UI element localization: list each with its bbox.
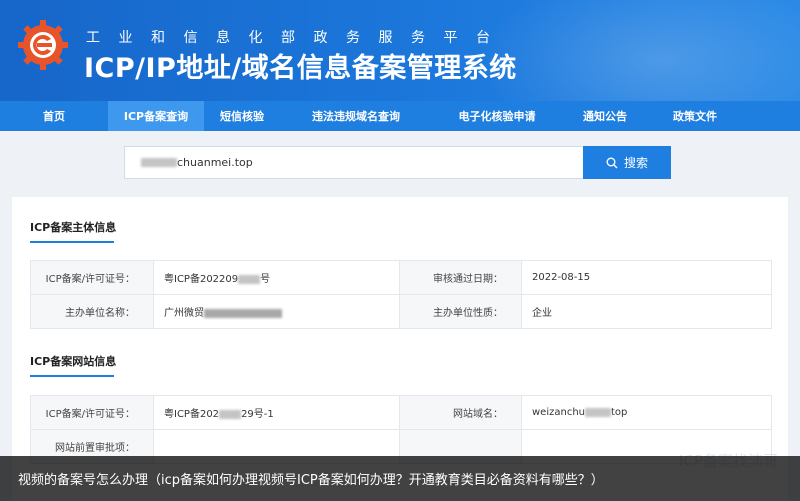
subject-info-table: ICP备案/许可证号： 粤ICP备202209 号 审核通过日期： 2022-08… — [30, 260, 772, 329]
search-button-label: 搜索 — [623, 156, 648, 170]
label-organizer-name: 主办单位名称： — [30, 294, 154, 329]
value-icp-number: 粤ICP备202209 号 — [153, 260, 400, 295]
nav-item-illegal-domain[interactable]: 违法违规域名查询 — [280, 101, 432, 131]
value-approval-date: 2022-08-15 — [521, 260, 772, 295]
header-subtitle: 工业和信息化部政务服务平台 — [86, 30, 509, 46]
redacted-text — [585, 407, 611, 417]
header-glow — [480, 0, 800, 101]
page-title: ICP/IP地址/域名信息备案管理系统 — [84, 53, 517, 84]
search-input[interactable]: chuanmei.top — [124, 146, 583, 179]
website-info-table: ICP备案/许可证号： 粤ICP备202 29号-1 网站域名： weizanch… — [30, 395, 772, 464]
nav-item-notices[interactable]: 通知公告 — [562, 101, 648, 131]
label-organizer-type: 主办单位性质： — [399, 294, 522, 329]
value-site-icp-number: 粤ICP备202 29号-1 — [153, 395, 400, 430]
value-organizer-name: 广州微贸 — [153, 294, 400, 329]
label-site-domain: 网站域名： — [399, 395, 522, 430]
caption-bar: 视频的备案号怎么办理（icp备案如何办理视频号ICP备案如何办理？开通教育类目必… — [0, 456, 800, 501]
table-row: ICP备案/许可证号： 粤ICP备202 29号-1 网站域名： weizanch… — [30, 395, 772, 430]
redacted-text — [238, 274, 261, 284]
nav-item-e-verify[interactable]: 电子化核验申请 — [432, 101, 562, 131]
caption-text: 视频的备案号怎么办理（icp备案如何办理视频号ICP备案如何办理？开通教育类目必… — [18, 473, 604, 488]
site-header: 工业和信息化部政务服务平台 ICP/IP地址/域名信息备案管理系统 — [0, 0, 800, 101]
redacted-text — [204, 308, 282, 318]
nav-item-home[interactable]: 首页 — [0, 101, 108, 131]
value-site-domain: weizanchu top — [521, 395, 772, 430]
redacted-text — [141, 158, 177, 167]
label-icp-number: ICP备案/许可证号： — [30, 260, 154, 295]
nav-item-icp-query[interactable]: ICP备案查询 — [108, 101, 204, 131]
table-row: 主办单位名称： 广州微贸 主办单位性质： 企业 — [30, 294, 772, 329]
section-title-website: ICP备案网站信息 — [30, 353, 116, 377]
nav-item-sms-verify[interactable]: 短信核验 — [204, 101, 280, 131]
search-button[interactable]: 搜索 — [583, 146, 671, 179]
section-title-subject: ICP备案主体信息 — [30, 219, 116, 243]
search-input-value: chuanmei.top — [177, 156, 253, 169]
nav-item-policy[interactable]: 政策文件 — [648, 101, 742, 131]
section-underline — [30, 375, 114, 377]
search-bar: chuanmei.top 搜索 — [0, 131, 800, 193]
gear-e-logo-icon[interactable] — [18, 20, 68, 70]
table-row: ICP备案/许可证号： 粤ICP备202209 号 审核通过日期： 2022-08… — [30, 260, 772, 295]
section-underline — [30, 241, 114, 243]
redacted-text — [219, 409, 242, 419]
search-icon — [606, 157, 618, 168]
label-approval-date: 审核通过日期： — [399, 260, 522, 295]
value-organizer-type: 企业 — [521, 294, 772, 329]
label-site-icp-number: ICP备案/许可证号： — [30, 395, 154, 430]
main-nav: 首页 ICP备案查询 短信核验 违法违规域名查询 电子化核验申请 通知公告 政策… — [0, 101, 800, 131]
